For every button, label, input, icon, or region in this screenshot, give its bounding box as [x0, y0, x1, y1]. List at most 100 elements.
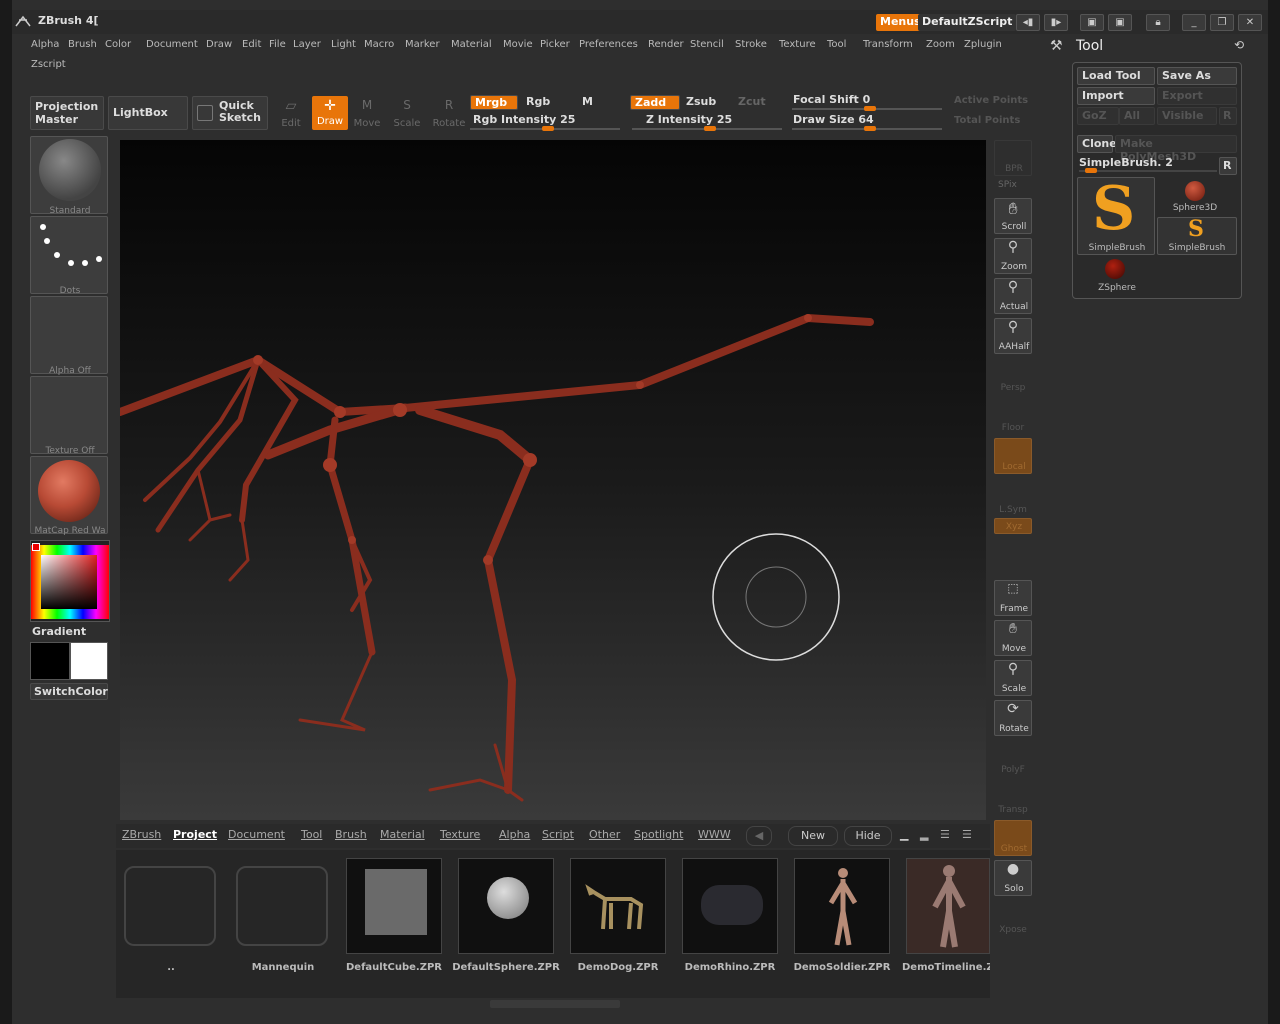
sphere3d-icon[interactable] [1185, 181, 1205, 201]
saturation-square[interactable] [41, 555, 97, 609]
menu-material[interactable]: Material [451, 39, 492, 50]
goz-button[interactable]: GoZ [1077, 107, 1119, 125]
demosoldier-thumbnail[interactable] [794, 858, 890, 954]
tab-www[interactable]: WWW [698, 828, 731, 841]
menu-zplugin[interactable]: Zplugin [964, 39, 1002, 50]
menu-render[interactable]: Render [648, 39, 684, 50]
tab-alpha[interactable]: Alpha [499, 828, 530, 841]
draw-size-slider[interactable] [792, 126, 942, 131]
rotate-view-button[interactable]: ⟳ Rotate [994, 700, 1032, 736]
menu-alpha[interactable]: Alpha [31, 39, 59, 50]
z-intensity-slider[interactable] [632, 126, 782, 131]
color-marker[interactable] [32, 543, 40, 551]
view-small-icon[interactable]: ▁ [900, 828, 914, 844]
layout-prev-icon[interactable]: ◂▮ [1016, 14, 1040, 31]
menu-zscript[interactable]: Zscript [31, 59, 66, 70]
tab-script[interactable]: Script [542, 828, 574, 841]
menu-zoom[interactable]: Zoom [926, 39, 955, 50]
alpha-selector[interactable]: Alpha Off [30, 296, 108, 376]
scroll-left-icon[interactable]: ◀ [746, 826, 772, 846]
z-intensity-knob[interactable] [704, 126, 716, 131]
gradient-label[interactable]: Gradient [32, 625, 86, 638]
import-button[interactable]: Import [1077, 87, 1155, 105]
color-picker[interactable] [30, 540, 110, 622]
primary-color-swatch[interactable] [30, 642, 70, 680]
demorhino-thumbnail[interactable] [682, 858, 778, 954]
menu-edit[interactable]: Edit [242, 39, 261, 50]
edit-button[interactable]: ▱ Edit [274, 98, 308, 130]
menu-macro[interactable]: Macro [364, 39, 394, 50]
zsub-button[interactable]: Zsub [682, 95, 732, 110]
menu-file[interactable]: File [269, 39, 286, 50]
focal-shift-slider[interactable] [792, 106, 942, 111]
export-button[interactable]: Export [1157, 87, 1237, 105]
save-as-button[interactable]: Save As [1157, 67, 1237, 85]
move-button[interactable]: M Move [350, 98, 384, 129]
persp-button[interactable]: Persp [994, 358, 1032, 394]
menu-tool[interactable]: Tool [827, 39, 846, 50]
lightbox-button[interactable]: LightBox [108, 96, 188, 130]
zsphere-skeleton-model[interactable] [120, 140, 986, 820]
ghost-button[interactable]: Ghost [994, 820, 1032, 856]
visible-button[interactable]: Visible [1157, 107, 1217, 125]
bottom-tray-handle[interactable] [490, 1000, 620, 1008]
menu-document[interactable]: Document [146, 39, 198, 50]
menu-light[interactable]: Light [331, 39, 356, 50]
menu-preferences[interactable]: Preferences [579, 39, 638, 50]
polyf-button[interactable]: PolyF [994, 740, 1032, 776]
solo-button[interactable]: ● Solo [994, 860, 1032, 896]
actual-button[interactable]: ⚲ Actual [994, 278, 1032, 314]
reset-icon[interactable]: ⟲ [1234, 38, 1244, 52]
tab-material[interactable]: Material [380, 828, 425, 841]
menu-stencil[interactable]: Stencil [690, 39, 724, 50]
draw-button[interactable]: ✛ Draw [312, 96, 348, 130]
scale-view-button[interactable]: ⚲ Scale [994, 660, 1032, 696]
layout-b-icon[interactable]: ▣ [1108, 14, 1132, 31]
mannequin-folder-icon[interactable] [236, 866, 328, 946]
layout-a-icon[interactable]: ▣ [1080, 14, 1104, 31]
zoom-button[interactable]: ⚲ Zoom [994, 238, 1032, 274]
draw-size-knob[interactable] [864, 126, 876, 131]
zsphere-icon[interactable] [1105, 259, 1125, 279]
material-selector[interactable]: MatCap Red Wa [30, 456, 108, 536]
close-icon[interactable]: ✕ [1238, 14, 1262, 31]
tool-slider-knob[interactable] [1085, 168, 1097, 173]
rotate-button[interactable]: R Rotate [430, 98, 468, 129]
texture-selector[interactable]: Texture Off [30, 376, 108, 456]
menu-texture[interactable]: Texture [779, 39, 816, 50]
menu-picker[interactable]: Picker [540, 39, 570, 50]
tool-slider[interactable] [1079, 168, 1217, 173]
menu-movie[interactable]: Movie [503, 39, 533, 50]
menu-brush[interactable]: Brush [68, 39, 97, 50]
defaultcube-thumbnail[interactable] [346, 858, 442, 954]
local-button[interactable]: Local [994, 438, 1032, 474]
menu-layer[interactable]: Layer [293, 39, 321, 50]
demotimeline-thumbnail[interactable] [906, 858, 990, 954]
zadd-button[interactable]: Zadd [630, 95, 680, 110]
tab-tool[interactable]: Tool [301, 828, 322, 841]
menu-marker[interactable]: Marker [405, 39, 440, 50]
goz-r-button[interactable]: R [1219, 107, 1237, 125]
spix-label[interactable]: SPix [998, 180, 1017, 190]
bpr-button[interactable]: BPR [994, 140, 1032, 176]
tab-project[interactable]: Project [173, 828, 217, 841]
menu-transform[interactable]: Transform [863, 39, 913, 50]
mrgb-button[interactable]: Mrgb [470, 95, 518, 110]
rgb-intensity-slider[interactable] [470, 126, 620, 131]
tab-document[interactable]: Document [228, 828, 285, 841]
default-zscript-button[interactable]: DefaultZScript [918, 14, 1017, 31]
lsym-button[interactable]: L.Sym [994, 480, 1032, 516]
tab-brush[interactable]: Brush [335, 828, 367, 841]
rgb-button[interactable]: Rgb [522, 95, 574, 110]
load-tool-button[interactable]: Load Tool [1077, 67, 1155, 85]
rgb-intensity-knob[interactable] [542, 126, 554, 131]
menu-color[interactable]: Color [105, 39, 131, 50]
tool-r-button[interactable]: R [1219, 157, 1237, 175]
demodog-thumbnail[interactable] [570, 858, 666, 954]
parent-folder-icon[interactable] [124, 866, 216, 946]
menu-draw[interactable]: Draw [206, 39, 232, 50]
view-detail-icon[interactable]: ☰ [962, 828, 982, 844]
maximize-icon[interactable]: ❐ [1210, 14, 1234, 31]
xyz-button[interactable]: Xyz [994, 518, 1032, 534]
new-button[interactable]: New [788, 826, 838, 846]
